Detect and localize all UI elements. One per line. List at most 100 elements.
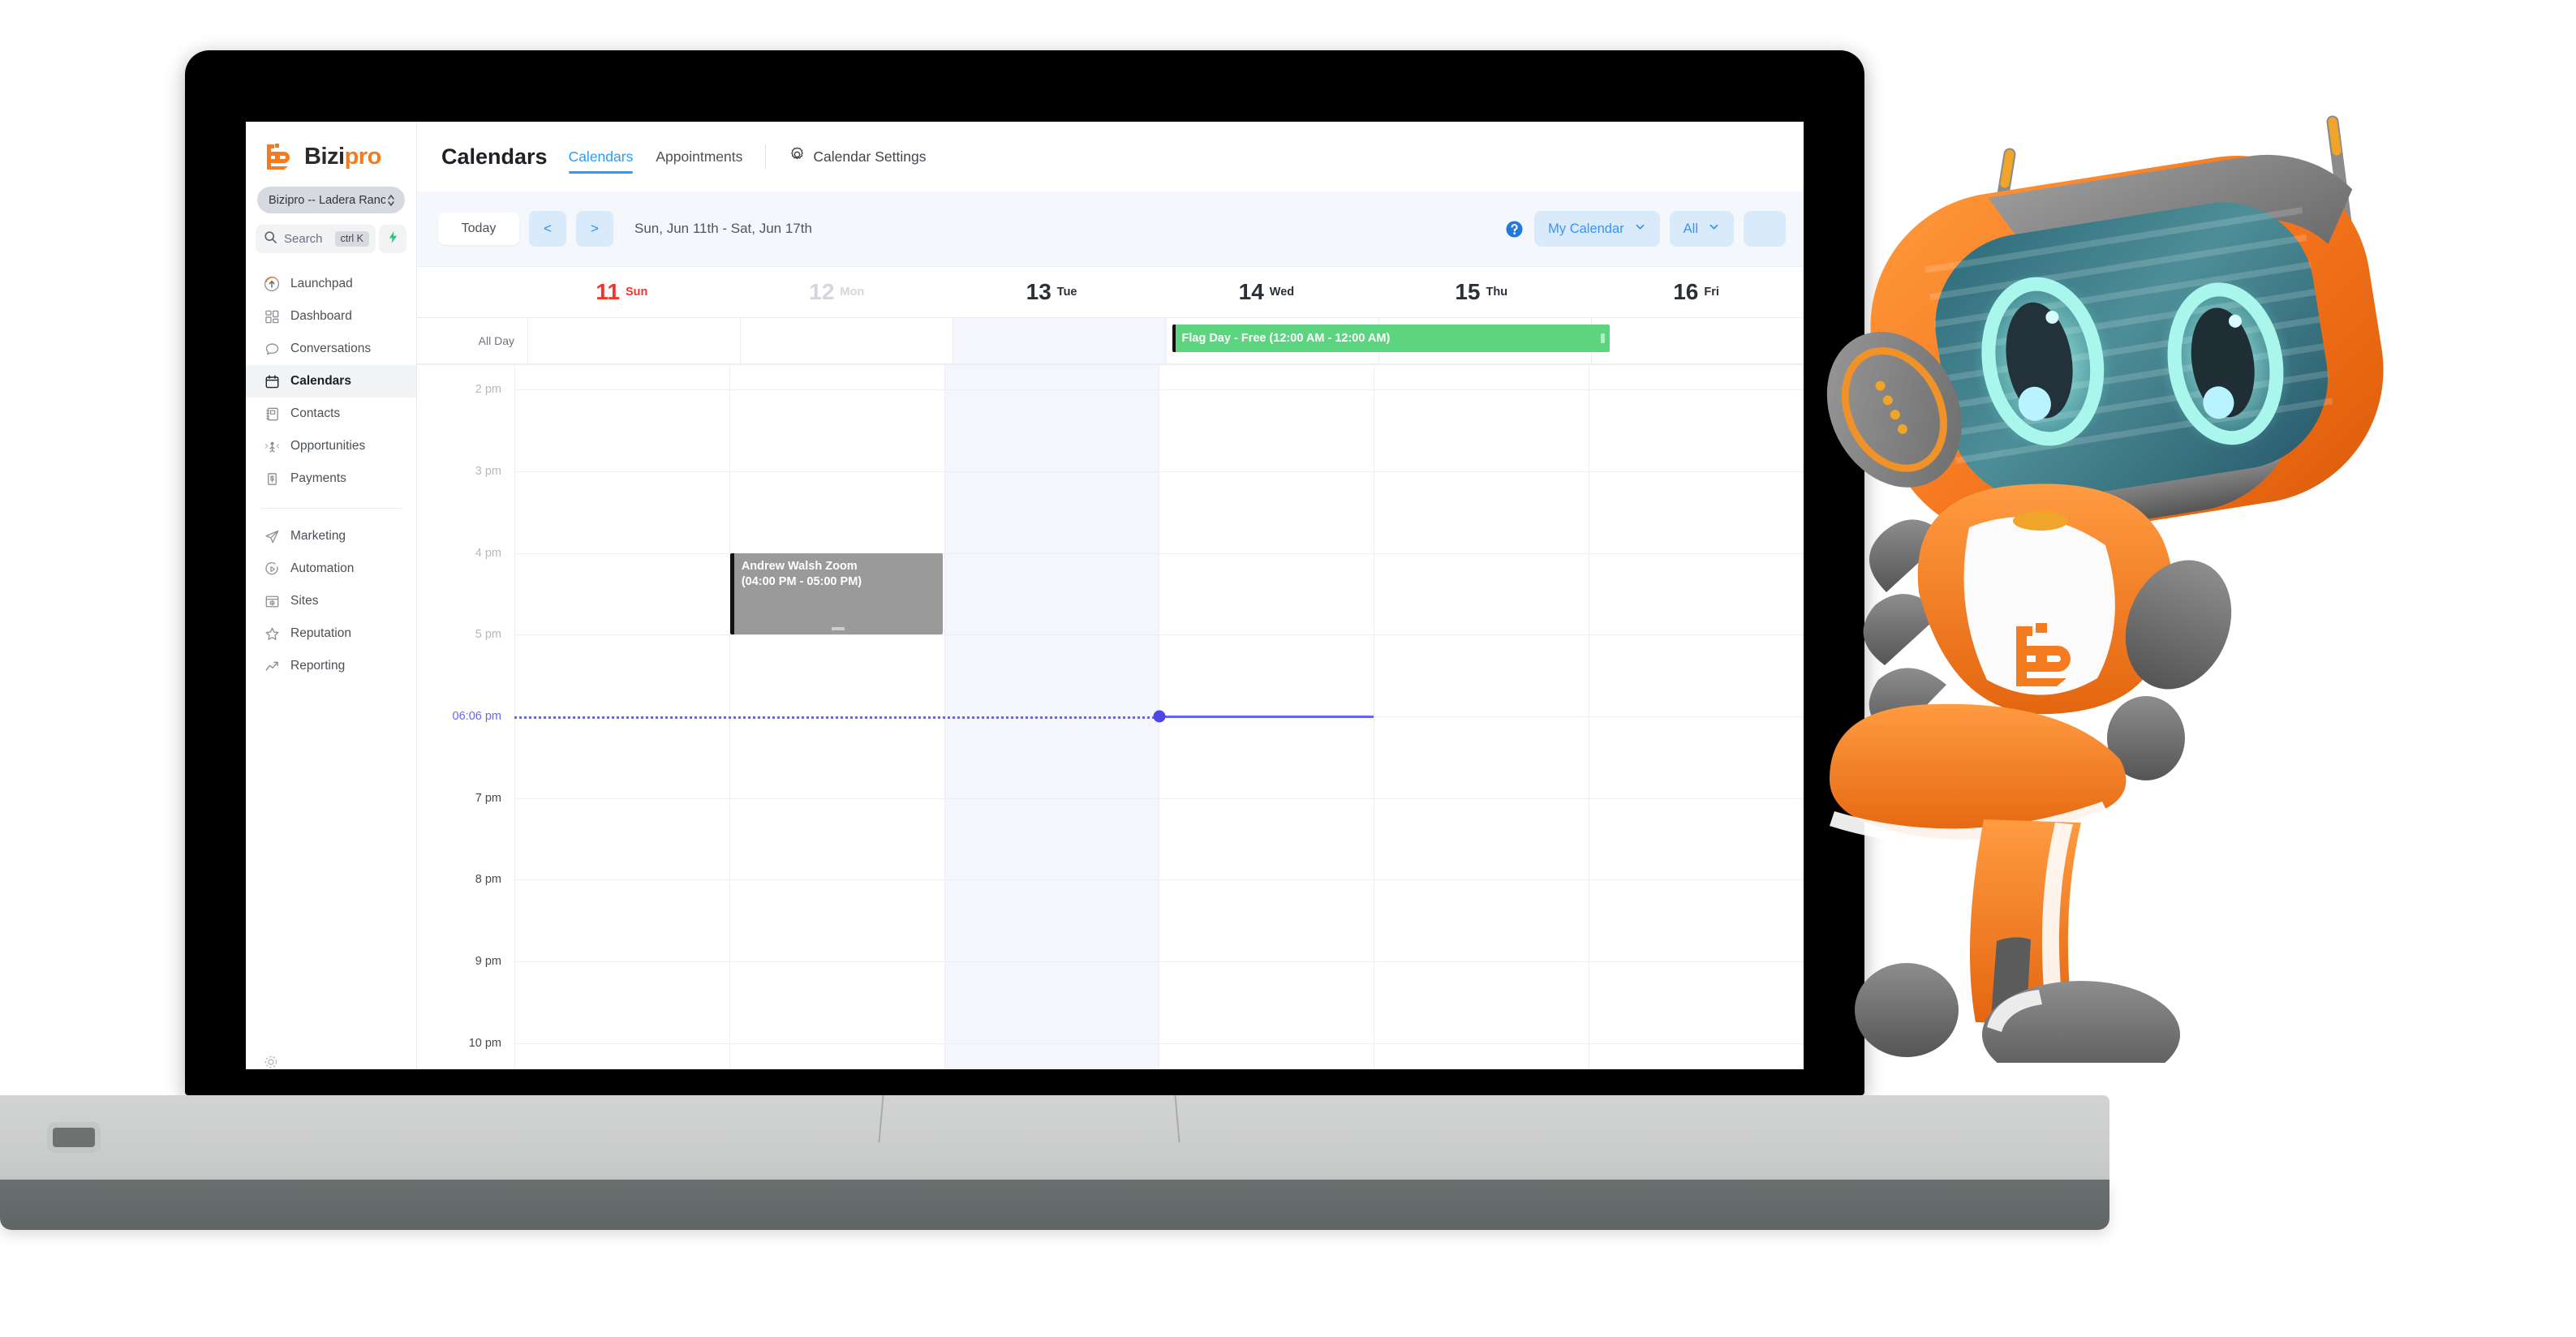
quick-action-button[interactable] bbox=[379, 225, 406, 253]
all-day-cell-fri[interactable] bbox=[1590, 318, 1804, 363]
tab-divider bbox=[765, 144, 767, 169]
sidebar-divider bbox=[260, 508, 402, 509]
chevron-updown-icon bbox=[385, 192, 397, 209]
next-week-button[interactable]: > bbox=[576, 211, 613, 247]
time-gutter-spacer bbox=[417, 267, 514, 317]
sidebar-item-calendars[interactable]: Calendars bbox=[246, 365, 416, 398]
day-number: 11 bbox=[596, 279, 621, 304]
sidebar-item-sites[interactable]: Sites bbox=[246, 585, 416, 617]
robot-antenna-right bbox=[2326, 115, 2372, 380]
page-header: Calendars Calendars Appointments Calenda… bbox=[417, 122, 1804, 191]
event-resize-handle[interactable] bbox=[832, 627, 845, 631]
overflow-filter-button[interactable] bbox=[1744, 211, 1786, 247]
time-label: 5 pm bbox=[475, 628, 501, 642]
sidebar-item-label: Automation bbox=[290, 561, 355, 575]
day-number: 14 bbox=[1238, 279, 1264, 304]
calendar-filter-dropdown[interactable]: My Calendar bbox=[1534, 211, 1660, 247]
rocket-launchpad-icon bbox=[264, 276, 280, 292]
laptop-frame: Bizipro Bizipro -- Ladera Ranch , ... bbox=[185, 50, 1864, 1095]
search-shortcut-badge: ctrl K bbox=[334, 231, 369, 247]
all-day-cell-mon[interactable] bbox=[740, 318, 953, 363]
search-placeholder: Search bbox=[284, 232, 323, 246]
sidebar-item-marketing[interactable]: Marketing bbox=[246, 520, 416, 552]
calendar-grid: 11 Sun 12 Mon 13 Tue 14 Wed 15 Thu 16 Fr… bbox=[417, 266, 1804, 1069]
search-input[interactable]: Search ctrl K bbox=[256, 225, 376, 253]
sidebar-item-automation[interactable]: Automation bbox=[246, 552, 416, 585]
browser-window-icon bbox=[264, 593, 280, 609]
sidebar-item-reporting[interactable]: Reporting bbox=[246, 650, 416, 682]
day-column-thu[interactable] bbox=[1374, 365, 1589, 1069]
laptop-hinge-left bbox=[878, 1095, 884, 1142]
day-header-wed[interactable]: 14 Wed bbox=[1159, 267, 1374, 317]
day-header-mon[interactable]: 12 Mon bbox=[729, 267, 944, 317]
trending-up-icon bbox=[264, 658, 280, 674]
page-tabs: Calendars Appointments Calendar Settings bbox=[568, 122, 926, 191]
sidebar-item-launchpad[interactable]: Launchpad bbox=[246, 268, 416, 300]
calendar-toolbar: Today < > Sun, Jun 11th - Sat, Jun 17th bbox=[417, 191, 1804, 266]
time-label: 7 pm bbox=[475, 791, 501, 805]
appointment-event[interactable]: Andrew Walsh Zoom (04:00 PM - 05:00 PM) bbox=[729, 552, 943, 635]
sidebar-nav-secondary: Marketing Automation Sites Reputation Re… bbox=[246, 520, 416, 682]
chevron-down-icon bbox=[1634, 221, 1646, 237]
logo-text-pro: pro bbox=[344, 143, 382, 170]
day-column-fri[interactable] bbox=[1589, 365, 1804, 1069]
sidebar-item-opportunities[interactable]: Opportunities bbox=[246, 430, 416, 462]
sidebar-item-label: Dashboard bbox=[290, 309, 352, 323]
tab-label: Calendars bbox=[568, 148, 634, 165]
tab-label: Appointments bbox=[656, 148, 743, 165]
sidebar-item-conversations[interactable]: Conversations bbox=[246, 333, 416, 365]
chat-bubble-icon bbox=[264, 341, 280, 357]
time-label: 4 pm bbox=[475, 546, 501, 560]
date-range-label: Sun, Jun 11th - Sat, Jun 17th bbox=[634, 221, 812, 236]
account-selector[interactable]: Bizipro -- Ladera Ranch , ... bbox=[257, 187, 405, 213]
day-column-mon[interactable] bbox=[729, 365, 944, 1069]
day-column-sun[interactable] bbox=[514, 365, 729, 1069]
user-filter-dropdown[interactable]: All bbox=[1669, 211, 1734, 247]
sidebar-item-label: Marketing bbox=[290, 529, 346, 543]
contact-book-icon bbox=[264, 406, 280, 422]
sidebar-item-label: Calendars bbox=[290, 374, 351, 388]
sidebar-item-reputation[interactable]: Reputation bbox=[246, 617, 416, 650]
time-label: 06:06 pm bbox=[452, 709, 501, 723]
sidebar-item-label: Contacts bbox=[290, 406, 341, 420]
prev-week-button[interactable]: < bbox=[529, 211, 566, 247]
time-axis: 2 pm 3 pm 4 pm 5 pm 06:06 pm 7 pm 8 pm 9 pm 10 p… bbox=[417, 365, 514, 1069]
tab-appointments[interactable]: Appointments bbox=[656, 122, 742, 191]
search-row: Search ctrl K bbox=[256, 225, 406, 253]
calendar-day-header: 11 Sun 12 Mon 13 Tue 14 Wed 15 Thu 16 Fr… bbox=[417, 267, 1804, 318]
day-name: Fri bbox=[1704, 286, 1719, 299]
day-header-sun[interactable]: 11 Sun bbox=[514, 267, 729, 317]
day-column-wed[interactable] bbox=[1159, 365, 1374, 1069]
event-resize-handle[interactable] bbox=[1601, 333, 1606, 343]
gear-icon[interactable] bbox=[264, 1055, 278, 1069]
all-day-cell-tue[interactable] bbox=[953, 318, 1166, 363]
calendar-settings-button[interactable]: Calendar Settings bbox=[789, 146, 926, 167]
all-day-label: All Day bbox=[478, 334, 514, 347]
bizipro-logo-icon bbox=[264, 141, 298, 172]
sidebar-item-dashboard[interactable]: Dashboard bbox=[246, 300, 416, 333]
day-header-fri[interactable]: 16 Fri bbox=[1589, 267, 1804, 317]
robot-leg bbox=[1969, 819, 2081, 1025]
account-selector-label: Bizipro -- Ladera Ranch , ... bbox=[269, 193, 385, 207]
sidebar-item-contacts[interactable]: Contacts bbox=[246, 398, 416, 430]
laptop-deck bbox=[0, 1095, 2109, 1180]
search-icon bbox=[264, 230, 277, 248]
user-filter-label: All bbox=[1683, 221, 1698, 236]
opportunities-icon bbox=[264, 438, 280, 454]
robot-foot bbox=[1982, 981, 2180, 1088]
day-column-tue[interactable] bbox=[944, 365, 1159, 1069]
time-label: 8 pm bbox=[475, 873, 501, 887]
today-button[interactable]: Today bbox=[438, 213, 519, 245]
laptop-base bbox=[0, 1095, 2109, 1237]
day-header-thu[interactable]: 15 Thu bbox=[1374, 267, 1589, 317]
sidebar-item-label: Conversations bbox=[290, 342, 372, 355]
laptop-front-edge bbox=[0, 1180, 2109, 1230]
lightning-bolt-icon bbox=[387, 230, 399, 248]
day-header-tue[interactable]: 13 Tue bbox=[944, 267, 1159, 317]
tab-calendars[interactable]: Calendars bbox=[568, 122, 634, 191]
all-day-cell-sun[interactable] bbox=[527, 318, 740, 363]
all-day-row: All Day Flag Day - Free (12:00 AM - 12:0… bbox=[417, 318, 1804, 365]
all-day-event[interactable]: Flag Day - Free (12:00 AM - 12:00 AM) bbox=[1172, 325, 1611, 352]
help-circle-icon[interactable] bbox=[1504, 219, 1525, 239]
sidebar-item-payments[interactable]: Payments bbox=[246, 462, 416, 495]
